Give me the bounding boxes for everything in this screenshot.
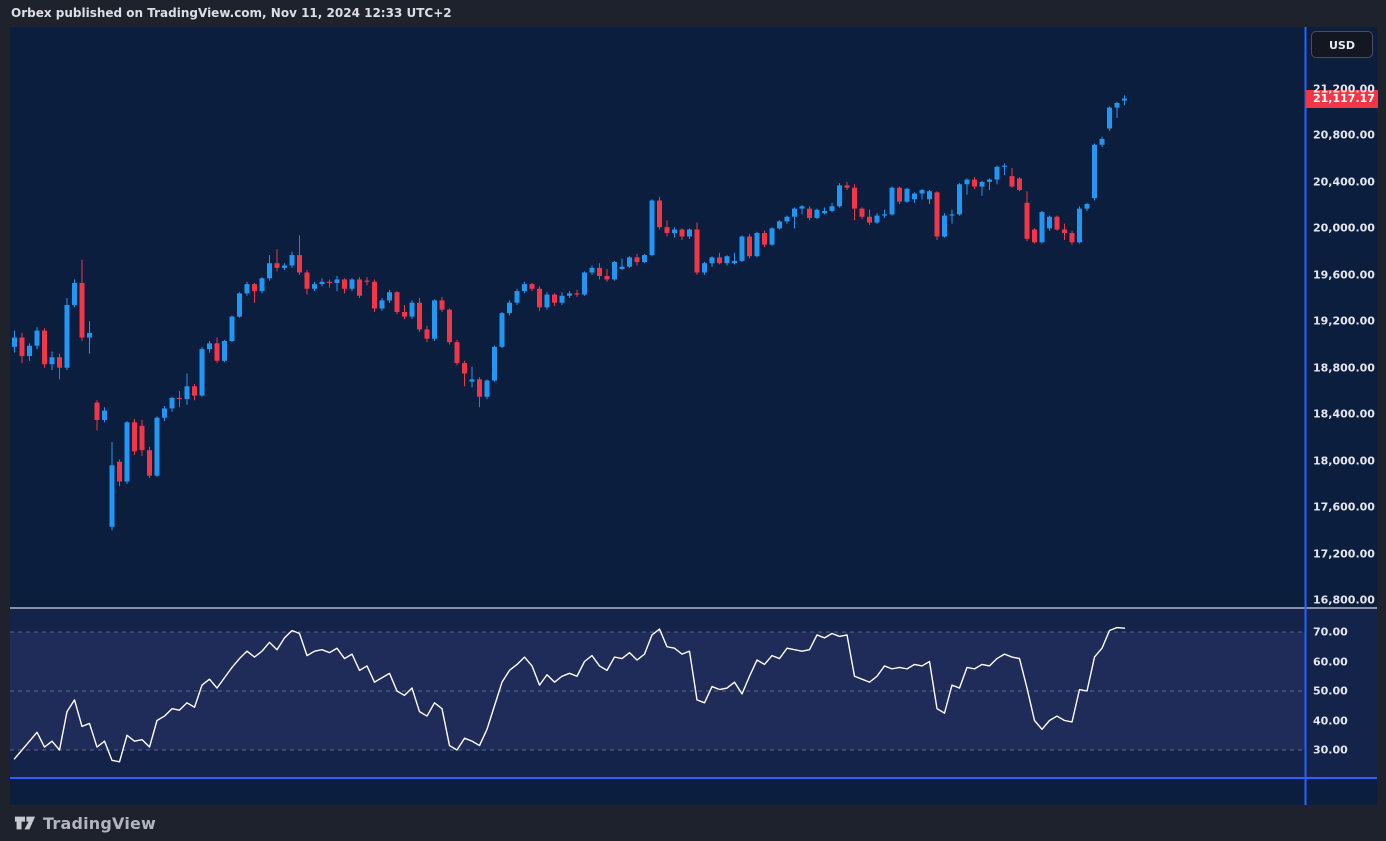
rsi-axis-label: 40.00: [1313, 714, 1348, 727]
price-axis-label: 19,600.00: [1313, 268, 1375, 281]
chart-area: USD 21,117.17 Aug1220Sep1620:30Oct1422No…: [10, 27, 1377, 805]
currency-button[interactable]: USD: [1311, 31, 1373, 58]
tradingview-logo-text: TradingView: [43, 814, 156, 833]
rsi-axis-label: 30.00: [1313, 744, 1348, 757]
price-axis-label: 17,600.00: [1313, 501, 1375, 514]
price-axis-label: 20,800.00: [1313, 129, 1375, 142]
attribution-bar: Orbex published on TradingView.com, Nov …: [0, 0, 1386, 27]
price-axis-label: 18,800.00: [1313, 361, 1375, 374]
price-axis-label: 17,200.00: [1313, 547, 1375, 560]
attribution-text: Orbex published on TradingView.com, Nov …: [11, 6, 452, 20]
tradingview-chart-window: Orbex published on TradingView.com, Nov …: [0, 0, 1386, 841]
price-axis-label: 18,400.00: [1313, 408, 1375, 421]
price-axis-label: 21,200.00: [1313, 83, 1375, 96]
price-axis-label: 16,800.00: [1313, 594, 1375, 607]
rsi-axis-label: 60.00: [1313, 655, 1348, 668]
tradingview-logo[interactable]: TradingView: [14, 812, 156, 834]
price-chart-svg[interactable]: [10, 27, 1377, 805]
price-axis-label: 19,200.00: [1313, 315, 1375, 328]
price-axis-label: 18,000.00: [1313, 454, 1375, 467]
footer-bar: TradingView: [0, 805, 1386, 841]
tradingview-logo-icon: [14, 812, 36, 834]
rsi-axis-label: 50.00: [1313, 685, 1348, 698]
price-axis-label: 20,400.00: [1313, 175, 1375, 188]
price-axis-label: 20,000.00: [1313, 222, 1375, 235]
rsi-axis-label: 70.00: [1313, 626, 1348, 639]
